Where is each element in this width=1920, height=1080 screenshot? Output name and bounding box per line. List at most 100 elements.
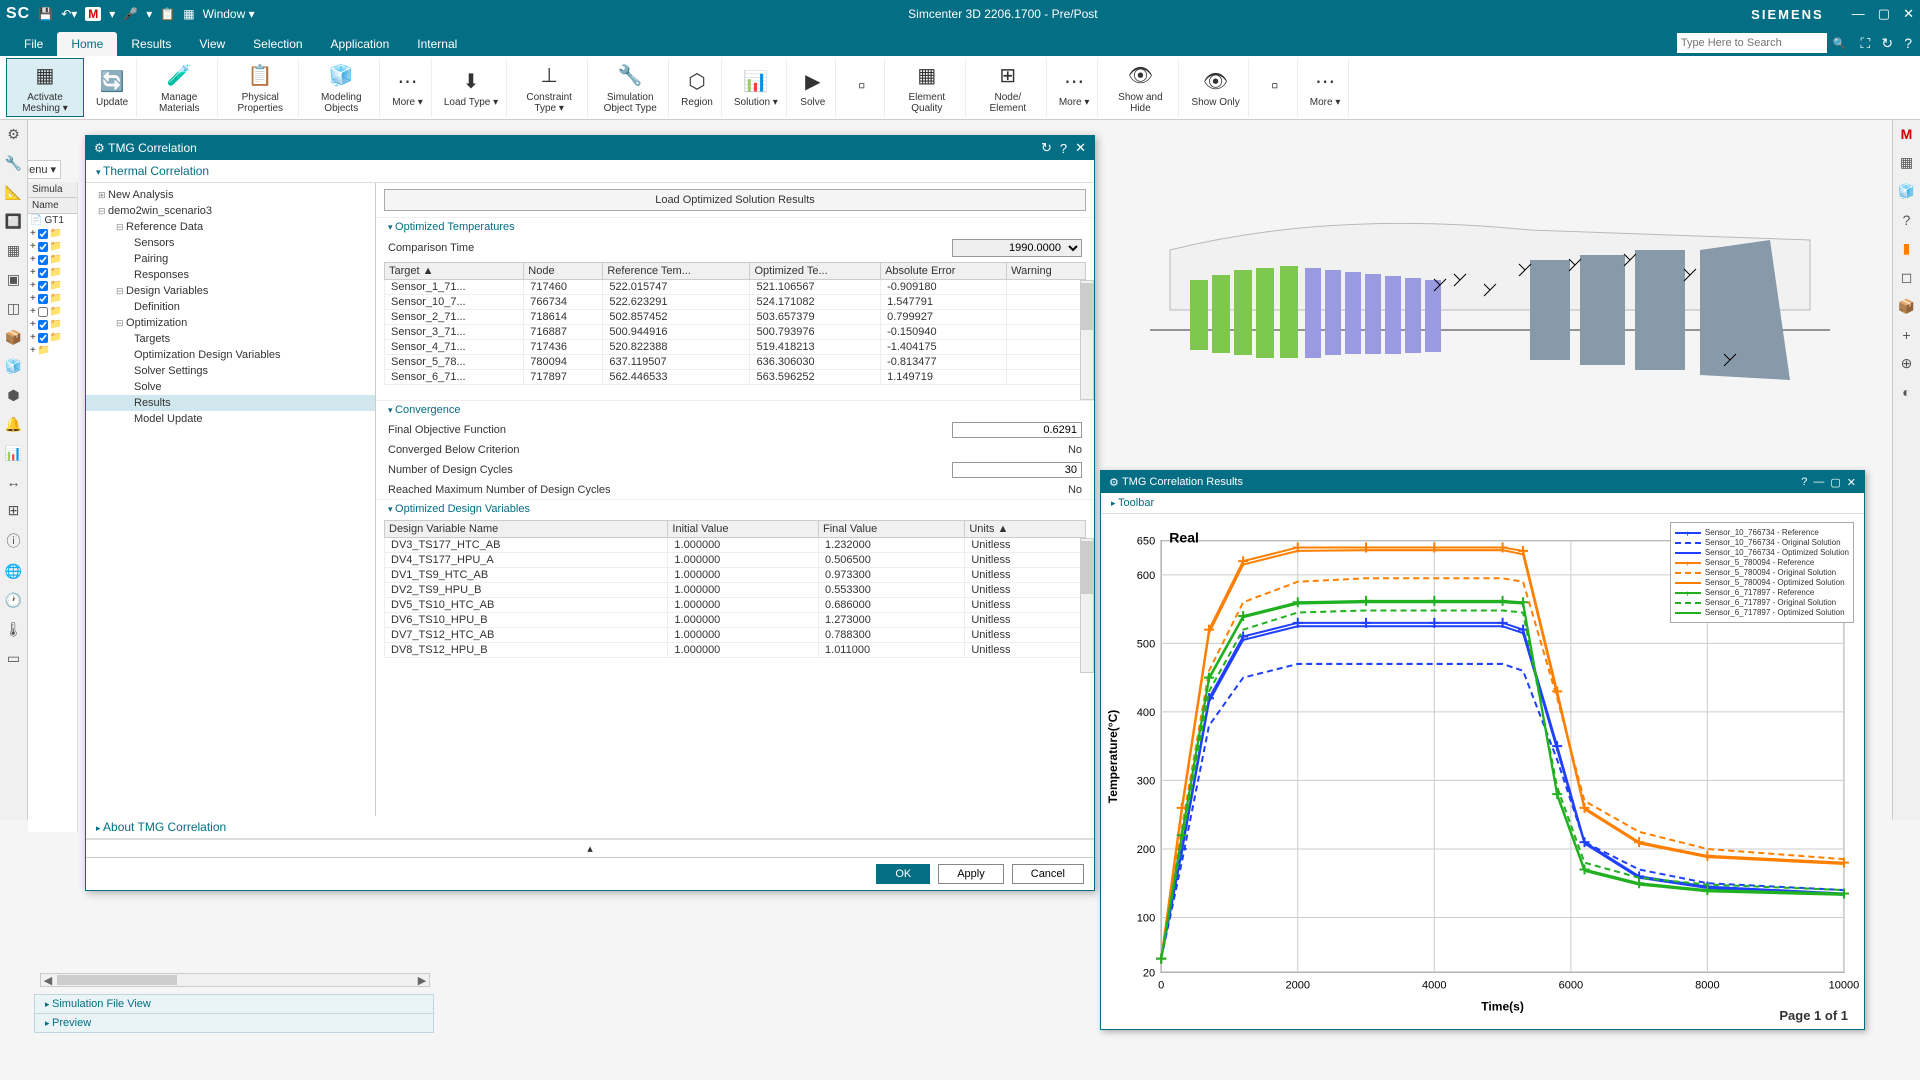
tree-reference-data[interactable]: Reference Data [86, 219, 375, 235]
menu-tab-application[interactable]: Application [317, 32, 404, 56]
comparison-time-select[interactable]: 1990.0000 [952, 239, 1082, 257]
optimized-temperatures-table[interactable]: Target ▲NodeReference Tem...Optimized Te… [384, 262, 1086, 385]
simnav-check-9[interactable] [38, 333, 48, 343]
rtool-8[interactable]: ⊕ [1901, 355, 1913, 372]
gear-icon[interactable]: ⚙ [7, 126, 20, 143]
tool-icon-8[interactable]: 🧊 [5, 358, 22, 375]
apply-button[interactable]: Apply [938, 864, 1004, 884]
tool-icon-9[interactable]: ⬢ [7, 387, 19, 404]
dialog-reset-icon[interactable]: ↻ [1041, 140, 1052, 156]
menu-tab-view[interactable]: View [185, 32, 239, 56]
model-viewport[interactable] [1130, 190, 1850, 440]
tool-icon-15[interactable]: 🌐 [5, 563, 22, 580]
simnav-check-2[interactable] [38, 242, 48, 252]
ribbon-more-[interactable]: ⋯More ▾ [1051, 58, 1099, 117]
tool-icon-4[interactable]: ▦ [7, 242, 20, 259]
tree-optimization[interactable]: Optimization [86, 315, 375, 331]
ribbon-activate-meshing-[interactable]: ▦Activate Meshing ▾ [6, 58, 84, 117]
tool-icon-18[interactable]: ▭ [7, 650, 20, 667]
optimized-design-variables-header[interactable]: Optimized Design Variables [376, 499, 1094, 518]
copy-icon[interactable]: 📋 [160, 7, 175, 21]
ribbon-show-only[interactable]: 👁Show Only [1183, 58, 1248, 117]
ribbon-physical-properties[interactable]: 📋Physical Properties [222, 58, 299, 117]
rtool-9[interactable]: ◐ [1902, 384, 1910, 400]
search-input[interactable] [1677, 33, 1827, 53]
minimize-icon[interactable]: — [1852, 6, 1865, 21]
tree-results[interactable]: Results [86, 395, 375, 411]
grid-icon[interactable]: ▦ [183, 7, 194, 21]
horizontal-scrollbar[interactable]: ◀▶ [40, 973, 430, 987]
table-row[interactable]: Sensor_6_71...717897562.446533563.596252… [385, 370, 1086, 385]
thermal-correlation-section[interactable]: Thermal Correlation [86, 160, 1094, 183]
design-variables-table[interactable]: Design Variable NameInitial ValueFinal V… [384, 520, 1086, 658]
rtool-4[interactable]: ▮ [1903, 240, 1911, 257]
tree-pairing[interactable]: Pairing [86, 251, 375, 267]
info-icon[interactable]: ⓘ [7, 531, 21, 551]
dialog-help-icon[interactable]: ? [1060, 141, 1067, 156]
simnav-root[interactable]: GT1 [44, 215, 63, 226]
rtool-6[interactable]: 📦 [1898, 298, 1915, 315]
tool-icon-7[interactable]: 📦 [5, 329, 22, 346]
help-icon[interactable]: ? [1904, 35, 1912, 51]
window-dropdown[interactable]: Window ▾ [203, 7, 255, 21]
dialog-titlebar[interactable]: ⚙ TMG Correlation ↻ ? ✕ [86, 136, 1094, 160]
simnav-check-4[interactable] [38, 268, 48, 278]
tree-new-analysis[interactable]: New Analysis [86, 187, 375, 203]
table-row[interactable]: DV8_TS12_HPU_B1.0000001.011000Unitless [385, 643, 1086, 658]
ribbon-show-and-hide[interactable]: 👁Show and Hide [1102, 58, 1179, 117]
maximize-icon[interactable]: ▢ [1878, 6, 1890, 21]
tree-solve[interactable]: Solve [86, 379, 375, 395]
ribbon-more-[interactable]: ⋯More ▾ [384, 58, 432, 117]
tool-icon-11[interactable]: 📊 [5, 445, 22, 462]
tree-optimization-design-variables[interactable]: Optimization Design Variables [86, 347, 375, 363]
tree-definition[interactable]: Definition [86, 299, 375, 315]
tree-model-update[interactable]: Model Update [86, 411, 375, 427]
tool-icon-1[interactable]: 🔧 [5, 155, 22, 172]
simnav-check-1[interactable] [38, 229, 48, 239]
ribbon-modeling-objects[interactable]: 🧊Modeling Objects [303, 58, 380, 117]
conv-value[interactable] [952, 462, 1082, 478]
m-badge-icon[interactable]: M [85, 7, 101, 21]
simnav-check-3[interactable] [38, 255, 48, 265]
temp-table-scrollbar[interactable] [1080, 280, 1094, 400]
ribbon-solution-[interactable]: 📊Solution ▾ [726, 58, 787, 117]
undo-icon[interactable]: ↶▾ [61, 7, 77, 21]
temp-col[interactable]: Absolute Error [881, 263, 1007, 280]
tool-icon-5[interactable]: ▣ [7, 271, 20, 288]
rtool-5[interactable]: ◻ [1901, 269, 1913, 286]
rtool-3[interactable]: ? [1903, 212, 1911, 228]
results-titlebar[interactable]: ⚙ TMG Correlation Results ? — ▢ ✕ [1101, 471, 1864, 493]
tree-targets[interactable]: Targets [86, 331, 375, 347]
tool-icon-12[interactable]: ↔ [7, 474, 21, 490]
tool-icon-2[interactable]: 📐 [5, 184, 22, 201]
simnav-check-6[interactable] [38, 294, 48, 304]
simnav-check-5[interactable] [38, 281, 48, 291]
table-row[interactable]: Sensor_3_71...716887500.944916500.793976… [385, 325, 1086, 340]
results-max-icon[interactable]: ▢ [1830, 476, 1840, 489]
odv-col[interactable]: Final Value [819, 521, 965, 538]
table-row[interactable]: Sensor_4_71...717436520.822388519.418213… [385, 340, 1086, 355]
tree-design-variables[interactable]: Design Variables [86, 283, 375, 299]
ribbon-update[interactable]: 🔄Update [88, 58, 137, 117]
ribbon-group-18[interactable]: ▫ [1253, 58, 1298, 117]
results-close-icon[interactable]: ✕ [1847, 476, 1856, 489]
mic-icon[interactable]: 🎤 [123, 7, 138, 21]
table-row[interactable]: DV5_TS10_HTC_AB1.0000000.686000Unitless [385, 598, 1086, 613]
temp-col[interactable]: Optimized Te... [750, 263, 881, 280]
table-row[interactable]: Sensor_2_71...718614502.857452503.657379… [385, 310, 1086, 325]
tree-sensors[interactable]: Sensors [86, 235, 375, 251]
results-help-icon[interactable]: ? [1801, 476, 1807, 488]
temp-col[interactable]: Target ▲ [385, 263, 524, 280]
conv-value[interactable] [952, 422, 1082, 438]
rtool-1[interactable]: ▦ [1900, 154, 1913, 171]
menu-tab-file[interactable]: File [10, 32, 57, 56]
table-row[interactable]: DV2_TS9_HPU_B1.0000000.553300Unitless [385, 583, 1086, 598]
results-min-icon[interactable]: — [1813, 476, 1824, 488]
menu-tab-home[interactable]: Home [57, 32, 117, 56]
simnav-check-7[interactable] [38, 307, 48, 317]
menu-tab-selection[interactable]: Selection [239, 32, 316, 56]
clock-icon[interactable]: 🕐 [5, 592, 22, 609]
table-row[interactable]: DV6_TS10_HPU_B1.0000001.273000Unitless [385, 613, 1086, 628]
search-icon[interactable]: 🔍 [1833, 37, 1847, 50]
ok-button[interactable]: OK [876, 864, 930, 884]
